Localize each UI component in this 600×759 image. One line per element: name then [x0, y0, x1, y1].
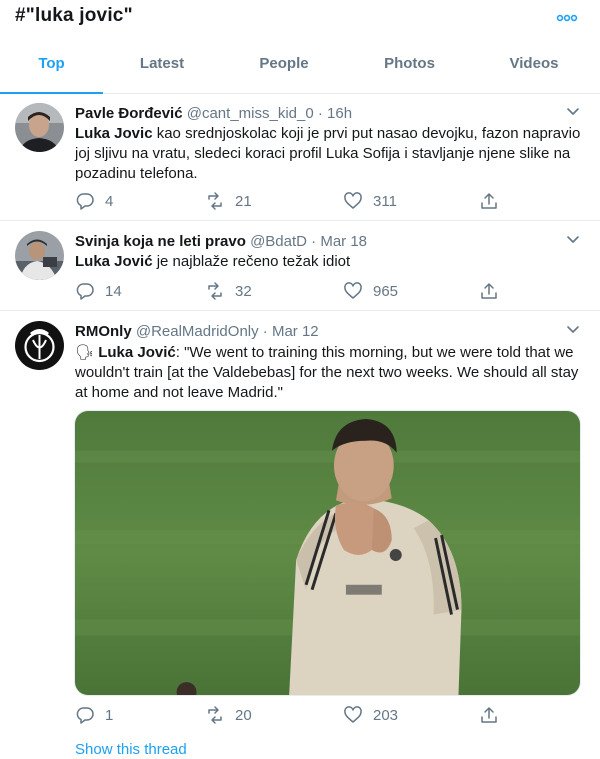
- reply-count: 1: [105, 706, 114, 724]
- tweet[interactable]: Pavle Đorđević @cant_miss_kid_0 · 16h Lu…: [0, 94, 600, 221]
- tweet-time[interactable]: Mar 12: [272, 323, 319, 340]
- like-icon: [344, 282, 362, 299]
- author-name[interactable]: RMOnly: [75, 323, 132, 340]
- retweet-button[interactable]: 21: [205, 190, 252, 212]
- like-button[interactable]: 965: [343, 280, 398, 302]
- highlighted-keyword: Luka Jović: [75, 253, 153, 270]
- like-button[interactable]: 311: [343, 190, 397, 212]
- like-button[interactable]: 203: [343, 704, 398, 726]
- tab-top[interactable]: Top: [0, 38, 103, 94]
- reply-icon: [76, 283, 94, 300]
- highlighted-keyword: Luka Jović: [98, 344, 176, 361]
- tweet-meta: Pavle Đorđević @cant_miss_kid_0 · 16h: [75, 105, 352, 122]
- retweet-icon: [208, 706, 222, 724]
- speaking-head-emoji: 🗣: [75, 344, 95, 361]
- retweet-icon: [208, 192, 222, 210]
- reply-button[interactable]: 4: [75, 190, 113, 212]
- retweet-count: 21: [235, 192, 252, 210]
- highlighted-keyword: Luka Jovic: [75, 125, 153, 142]
- separator-dot: ·: [317, 105, 323, 122]
- share-button[interactable]: [479, 704, 509, 726]
- author-name[interactable]: Svinja koja ne leti pravo: [75, 233, 246, 250]
- retweet-count: 20: [235, 706, 252, 724]
- share-icon: [481, 707, 497, 723]
- chevron-down-icon[interactable]: [566, 235, 580, 245]
- player-photo-image: [75, 411, 580, 695]
- tweet-text: Luka Jovic kao srednjoskolac koji je prv…: [75, 124, 585, 184]
- tweet-body: je najblaže rečeno težak idiot: [152, 253, 351, 270]
- like-count: 311: [373, 192, 397, 210]
- tweet-photo[interactable]: [74, 410, 581, 696]
- author-handle[interactable]: @cant_miss_kid_0: [187, 105, 314, 122]
- retweet-count: 32: [235, 282, 252, 300]
- share-button[interactable]: [479, 190, 509, 212]
- tweet-actions: 4 21 311: [75, 190, 515, 212]
- retweet-button[interactable]: 20: [205, 704, 252, 726]
- reply-count: 4: [105, 192, 114, 210]
- retweet-button[interactable]: 32: [205, 280, 252, 302]
- chevron-down-icon[interactable]: [566, 325, 580, 335]
- tweet-time[interactable]: Mar 18: [320, 233, 367, 250]
- tab-videos[interactable]: Videos: [472, 38, 596, 92]
- chevron-down-icon[interactable]: [566, 107, 580, 117]
- like-icon: [344, 192, 362, 209]
- more-icon[interactable]: [556, 10, 578, 26]
- tab-photos[interactable]: Photos: [347, 38, 472, 92]
- share-icon: [481, 193, 497, 209]
- author-handle[interactable]: @BdatD: [250, 233, 307, 250]
- search-title: #"luka jovic": [15, 5, 133, 26]
- show-thread-link[interactable]: Show this thread: [75, 741, 187, 758]
- reply-icon: [76, 707, 94, 724]
- like-icon: [344, 706, 362, 723]
- separator-dot: ·: [262, 323, 268, 340]
- search-tabs: Top Latest People Photos Videos: [0, 38, 600, 94]
- avatar[interactable]: [15, 231, 64, 280]
- tweet[interactable]: Svinja koja ne leti pravo @BdatD · Mar 1…: [0, 221, 600, 311]
- reply-icon: [76, 193, 94, 210]
- search-header: #"luka jovic": [0, 0, 600, 38]
- tweet-text: 🗣 Luka Jović: "We went to training this …: [75, 343, 585, 403]
- like-count: 203: [373, 706, 399, 724]
- tweet-actions: 1 20 203: [75, 704, 515, 726]
- avatar[interactable]: [15, 103, 64, 152]
- tab-people[interactable]: People: [221, 38, 347, 92]
- reply-button[interactable]: 14: [75, 280, 122, 302]
- avatar[interactable]: [15, 321, 64, 370]
- reply-count: 14: [105, 282, 122, 300]
- tweet-text: Luka Jović je najblaže rečeno težak idio…: [75, 252, 585, 272]
- share-button[interactable]: [479, 280, 509, 302]
- like-count: 965: [373, 282, 399, 300]
- retweet-icon: [208, 282, 222, 300]
- tweet-actions: 14 32 965: [75, 280, 515, 302]
- tweet-meta: RMOnly @RealMadridOnly · Mar 12: [75, 323, 319, 340]
- tweet[interactable]: RMOnly @RealMadridOnly · Mar 12 🗣 Luka J…: [0, 311, 600, 759]
- reply-button[interactable]: 1: [75, 704, 113, 726]
- share-icon: [481, 283, 497, 299]
- author-handle[interactable]: @RealMadridOnly: [136, 323, 259, 340]
- tweet-meta: Svinja koja ne leti pravo @BdatD · Mar 1…: [75, 233, 367, 250]
- separator-dot: ·: [311, 233, 317, 250]
- tweet-time[interactable]: 16h: [327, 105, 352, 122]
- tab-latest[interactable]: Latest: [103, 38, 221, 92]
- author-name[interactable]: Pavle Đorđević: [75, 105, 183, 122]
